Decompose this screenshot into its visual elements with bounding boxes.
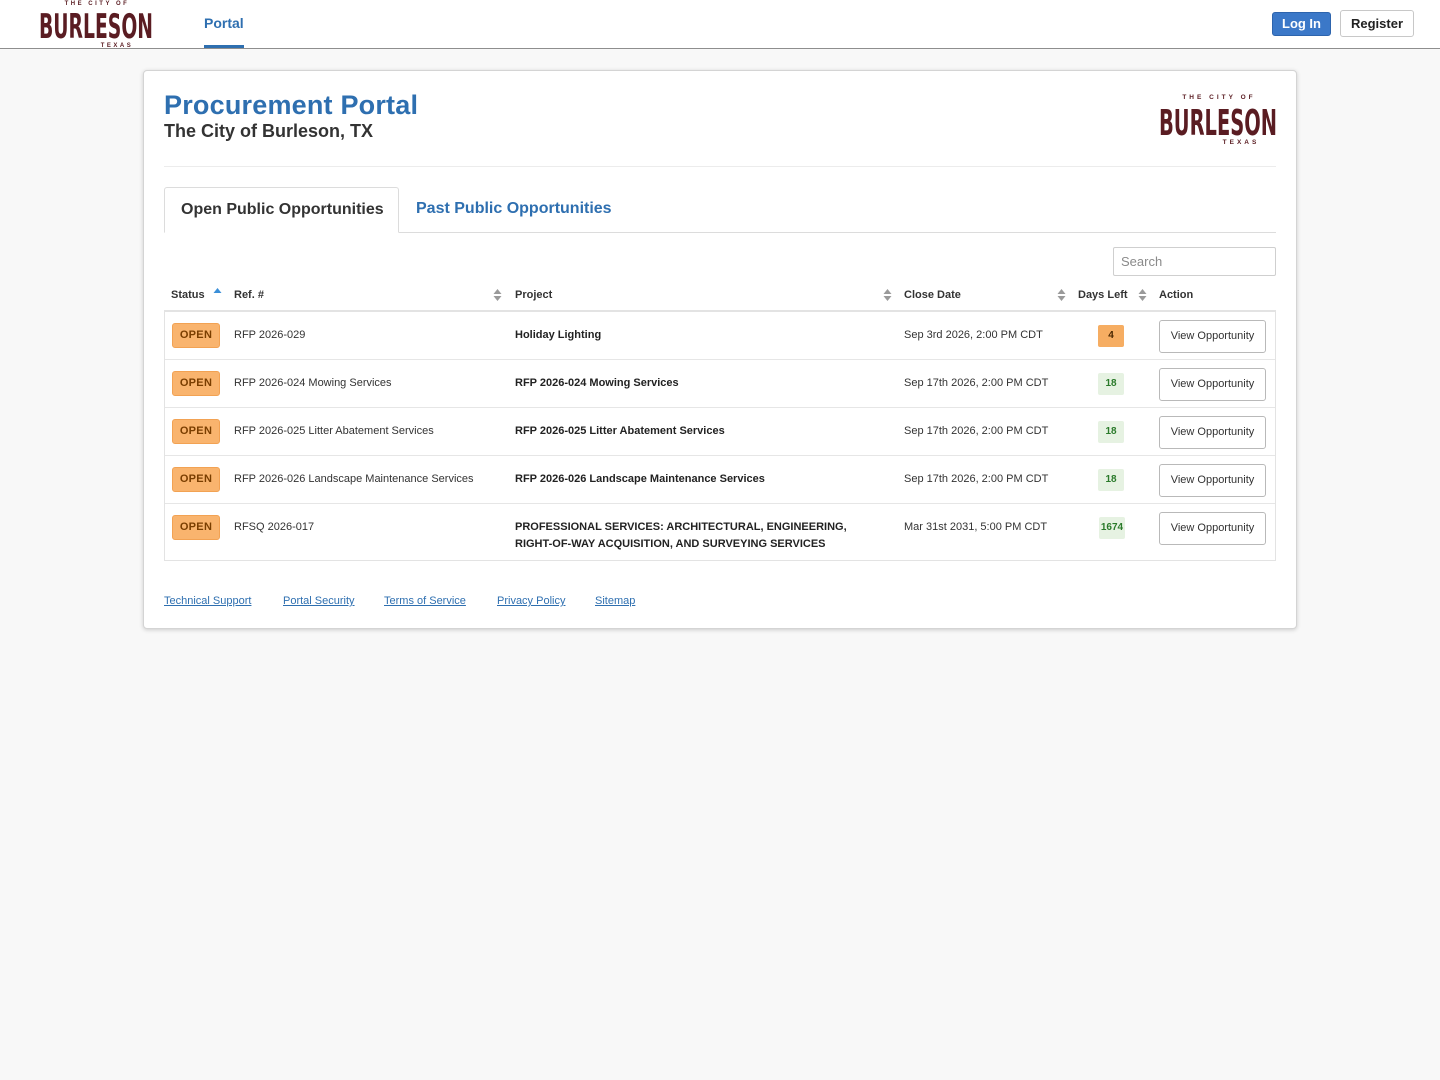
close-date: Sep 17th 2026, 2:00 PM CDT xyxy=(904,425,1049,437)
column-header-close-date[interactable]: Close Date xyxy=(904,281,961,310)
view-opportunity-button[interactable]: View Opportunity xyxy=(1159,512,1266,545)
days-left-badge: 4 xyxy=(1098,325,1124,347)
close-date: Sep 17th 2026, 2:00 PM CDT xyxy=(904,473,1049,485)
ref-number: RFP 2026-026 Landscape Maintenance Servi… xyxy=(234,473,474,485)
table-row: OPEN RFP 2026-025 Litter Abatement Servi… xyxy=(165,408,1275,456)
logo-main-text: BURLESON xyxy=(39,7,153,47)
status-badge: OPEN xyxy=(172,419,220,444)
nav-portal-link[interactable]: Portal xyxy=(204,0,244,48)
column-header-ref[interactable]: Ref. # xyxy=(234,281,264,310)
table-row: OPEN RFP 2026-024 Mowing Services RFP 20… xyxy=(165,360,1275,408)
table-body: OPEN RFP 2026-029 Holiday Lighting Sep 3… xyxy=(164,312,1276,561)
close-date: Mar 31st 2031, 5:00 PM CDT xyxy=(904,521,1048,533)
days-left-badge: 1674 xyxy=(1099,517,1125,539)
column-header-days-left[interactable]: Days Left xyxy=(1078,281,1128,310)
tab-past-opportunities[interactable]: Past Public Opportunities xyxy=(416,187,612,233)
sort-icon[interactable] xyxy=(1057,287,1066,303)
search-input[interactable] xyxy=(1113,247,1276,276)
status-badge: OPEN xyxy=(172,371,220,396)
view-opportunity-button[interactable]: View Opportunity xyxy=(1159,464,1266,497)
ref-number: RFP 2026-029 xyxy=(234,329,306,341)
card-logo-bottom-text: TEXAS xyxy=(1223,139,1260,146)
table-row: OPEN RFP 2026-026 Landscape Maintenance … xyxy=(165,456,1275,504)
register-button[interactable]: Register xyxy=(1340,10,1414,37)
sort-icon[interactable] xyxy=(493,287,502,303)
card-logo-top-text: THE CITY OF xyxy=(1182,94,1255,101)
burleson-card-logo: THE CITY OF BURLESON TEXAS xyxy=(1159,94,1277,146)
page-subtitle: The City of Burleson, TX xyxy=(164,121,374,141)
login-button[interactable]: Log In xyxy=(1272,12,1331,36)
header-divider xyxy=(164,166,1276,167)
days-left-badge: 18 xyxy=(1098,421,1124,443)
project-name-line-2: RIGHT-OF-WAY ACQUISITION, AND SURVEYING … xyxy=(515,538,826,550)
card-logo-main-text: BURLESON xyxy=(1159,103,1277,144)
ref-number: RFP 2026-025 Litter Abatement Services xyxy=(234,425,434,437)
view-opportunity-button[interactable]: View Opportunity xyxy=(1159,368,1266,401)
column-label-action: Action xyxy=(1159,289,1194,301)
view-opportunity-button[interactable]: View Opportunity xyxy=(1159,320,1266,353)
burleson-logo[interactable]: THE CITY OF BURLESON TEXAS xyxy=(38,0,156,48)
project-name: RFP 2026-024 Mowing Services xyxy=(515,377,679,389)
logo-bottom-text: TEXAS xyxy=(101,43,134,48)
status-badge: OPEN xyxy=(172,323,220,348)
opportunities-table: Status Ref. # Project Close Date Days Le… xyxy=(164,281,1276,561)
view-opportunity-button[interactable]: View Opportunity xyxy=(1159,416,1266,449)
table-header: Status Ref. # Project Close Date Days Le… xyxy=(164,281,1276,312)
days-left-badge: 18 xyxy=(1098,373,1124,395)
footer-link-sitemap[interactable]: Sitemap xyxy=(595,595,635,607)
project-name-line-1: PROFESSIONAL SERVICES: ARCHITECTURAL, EN… xyxy=(515,521,847,533)
tab-open-opportunities[interactable]: Open Public Opportunities xyxy=(164,187,399,233)
footer-link-portal-security[interactable]: Portal Security xyxy=(283,595,355,607)
project-name: RFP 2026-025 Litter Abatement Services xyxy=(515,425,725,437)
close-date: Sep 17th 2026, 2:00 PM CDT xyxy=(904,377,1049,389)
sort-asc-icon[interactable] xyxy=(213,287,222,303)
project-name: Holiday Lighting xyxy=(515,329,602,341)
sort-icon[interactable] xyxy=(883,287,892,303)
days-left-badge: 18 xyxy=(1098,469,1124,491)
status-badge: OPEN xyxy=(172,467,220,492)
table-row: OPEN RFSQ 2026-017 PROFESSIONAL SERVICES… xyxy=(165,504,1275,560)
status-badge: OPEN xyxy=(172,515,220,540)
footer-link-terms-of-service[interactable]: Terms of Service xyxy=(384,595,466,607)
opportunity-tabs: Open Public Opportunities Past Public Op… xyxy=(164,187,1276,233)
page-title: Procurement Portal xyxy=(164,90,419,120)
column-header-action: Action xyxy=(1159,281,1193,310)
close-date: Sep 3rd 2026, 2:00 PM CDT xyxy=(904,329,1043,341)
column-label-ref: Ref. # xyxy=(234,289,264,301)
ref-number: RFP 2026-024 Mowing Services xyxy=(234,377,392,389)
column-label-close-date: Close Date xyxy=(904,289,961,301)
column-header-project[interactable]: Project xyxy=(515,281,552,310)
sort-icon[interactable] xyxy=(1138,287,1147,303)
top-navbar: THE CITY OF BURLESON TEXAS Portal Log In… xyxy=(0,0,1440,49)
ref-number: RFSQ 2026-017 xyxy=(234,521,315,533)
column-header-status[interactable]: Status xyxy=(171,281,205,310)
column-label-days-left: Days Left xyxy=(1078,289,1128,301)
footer-link-privacy-policy[interactable]: Privacy Policy xyxy=(497,595,565,607)
column-label-project: Project xyxy=(515,289,553,301)
project-name: RFP 2026-026 Landscape Maintenance Servi… xyxy=(515,473,765,485)
main-card: Procurement Portal The City of Burleson,… xyxy=(143,70,1297,629)
table-row: OPEN RFP 2026-029 Holiday Lighting Sep 3… xyxy=(165,312,1275,360)
column-label-status: Status xyxy=(171,289,205,301)
footer-link-technical-support[interactable]: Technical Support xyxy=(164,595,251,607)
